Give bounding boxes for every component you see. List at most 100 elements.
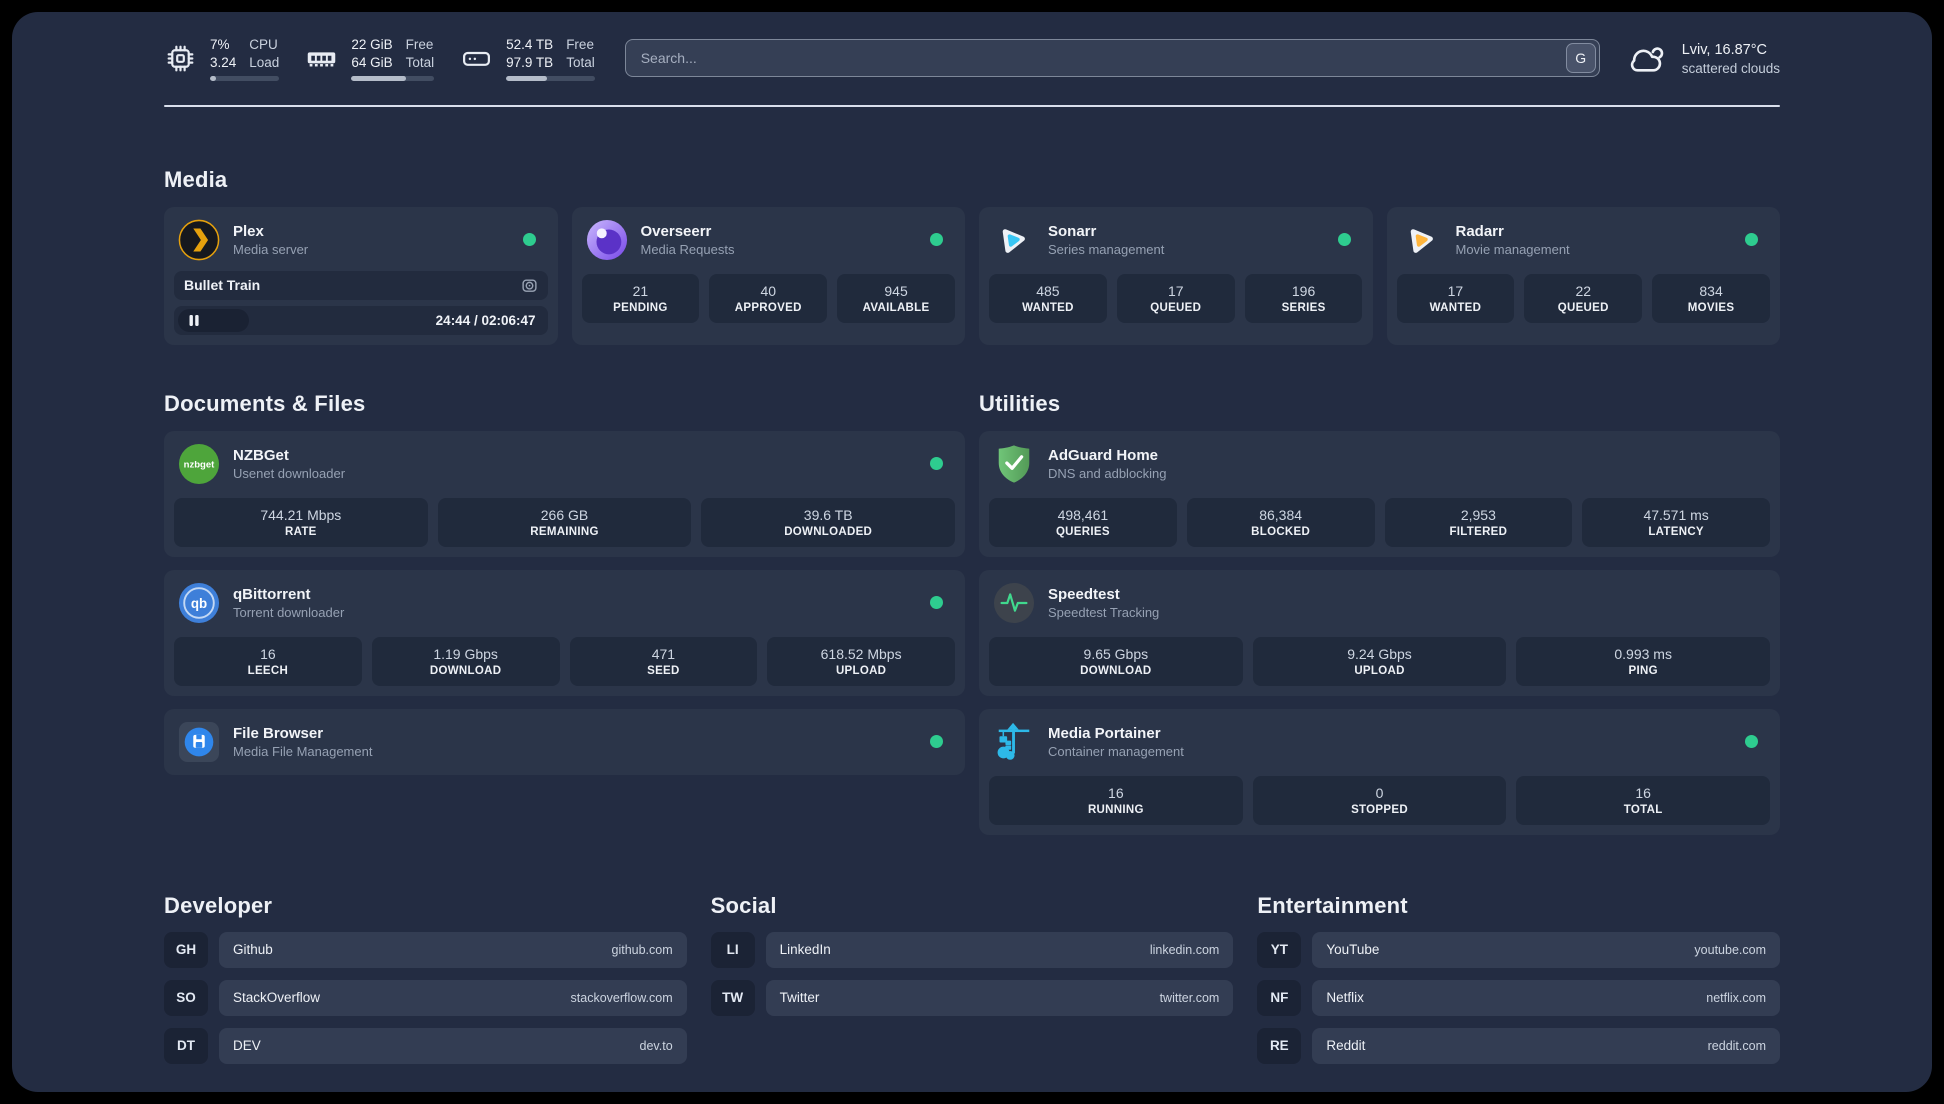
playback-time: 24:44 / 02:06:47: [435, 312, 536, 328]
memory-free: 22 GiB: [351, 37, 393, 52]
disk-icon: [463, 51, 491, 66]
stat-box: 0.993 ms PING: [1516, 636, 1771, 686]
bookmark-domain: dev.to: [639, 1038, 673, 1053]
cloud-icon: [1630, 47, 1663, 72]
status-dot-online: [522, 233, 536, 247]
service-card-portainer[interactable]: Media Portainer Container management 16 R…: [979, 708, 1780, 835]
stat-box: 945 AVAILABLE: [837, 273, 955, 323]
service-description: Speedtest Tracking: [1048, 605, 1160, 621]
search-container: G: [624, 39, 1600, 78]
service-card-adguard[interactable]: AdGuard Home DNS and adblocking 498,461 Q…: [979, 430, 1780, 557]
service-name: Plex: [233, 222, 264, 240]
stat-box: 86,384 BLOCKED: [1186, 497, 1375, 547]
bookmark-stackoverflow[interactable]: SO StackOverflow stackoverflow.com: [164, 979, 687, 1016]
svg-text:qb: qb: [191, 595, 207, 610]
bookmark-domain: reddit.com: [1707, 1038, 1766, 1053]
stat-box: 471 SEED: [569, 636, 758, 686]
bookmark-abbr: LI: [710, 931, 755, 968]
service-name: File Browser: [233, 724, 324, 742]
stat-box: 834 MOVIES: [1652, 273, 1770, 323]
bookmark-abbr: SO: [164, 979, 208, 1016]
bookmark-name: Reddit: [1326, 1038, 1366, 1054]
status-dot-online: [930, 596, 943, 610]
service-description: Usenet downloader: [233, 466, 346, 482]
service-description: Container management: [1048, 744, 1184, 760]
qbittorrent-icon: qb: [178, 582, 220, 624]
stat-box: 9.65 Gbps DOWNLOAD: [989, 636, 1243, 686]
status-dot-online: [1745, 735, 1758, 749]
section-utilities: Utilities AdGuard Home DNS and adblockin…: [979, 391, 1780, 835]
bookmark-name: Twitter: [779, 990, 820, 1006]
memory-icon: [308, 52, 336, 67]
bookmark-reddit[interactable]: RE Reddit reddit.com: [1257, 1027, 1780, 1064]
bookmark-name: DEV: [233, 1038, 261, 1054]
bookmark-name: LinkedIn: [779, 942, 831, 958]
stat-box: 196 SERIES: [1244, 273, 1363, 323]
service-card-qbittorrent[interactable]: qb qBittorrent Torrent downloader 16 LEEC…: [164, 569, 965, 696]
bookmark-domain: linkedin.com: [1149, 942, 1220, 957]
bookmark-netflix[interactable]: NF Netflix netflix.com: [1257, 979, 1780, 1016]
bookmark-linkedin[interactable]: LI LinkedIn linkedin.com: [710, 931, 1234, 968]
service-card-sonarr[interactable]: Sonarr Series management 485 WANTED 17 QUE…: [979, 206, 1373, 345]
status-dot-online: [930, 233, 943, 247]
bookmark-dev[interactable]: DT DEV dev.to: [164, 1027, 687, 1064]
bookmark-abbr: DT: [164, 1027, 208, 1064]
stat-box: 16 LEECH: [174, 636, 362, 686]
bookmark-github[interactable]: GH Github github.com: [164, 931, 687, 968]
service-card-filebrowser[interactable]: File Browser Media File Management: [164, 708, 965, 775]
bookmark-abbr: NF: [1257, 979, 1302, 1016]
section-title-utilities: Utilities: [979, 390, 1061, 416]
disk-total-label: Total: [566, 54, 595, 70]
cpu-progress-bar: [210, 75, 280, 81]
filebrowser-icon: [178, 721, 220, 763]
memory-progress-bar: [351, 75, 435, 81]
stat-box: 498,461 QUERIES: [989, 497, 1177, 547]
bookmark-domain: github.com: [611, 942, 673, 957]
bookmark-name: Netflix: [1326, 990, 1364, 1006]
bookmark-domain: youtube.com: [1694, 942, 1766, 957]
bookmark-youtube[interactable]: YT YouTube youtube.com: [1257, 931, 1780, 968]
plex-progress-row: 24:44 / 02:06:47: [174, 305, 548, 335]
service-description: Media server: [233, 242, 309, 258]
bookmark-domain: netflix.com: [1706, 990, 1766, 1005]
weather-condition: scattered clouds: [1681, 60, 1780, 76]
service-name: NZBGet: [233, 446, 289, 464]
nzbget-icon: nzbget: [178, 443, 220, 485]
stat-box: 39.6 TB DOWNLOADED: [701, 497, 956, 547]
status-dot-online: [930, 735, 943, 749]
section-social: Social LI LinkedIn linkedin.com TW Twitt…: [710, 892, 1234, 1064]
portainer-icon: [993, 721, 1035, 763]
section-documents: Documents & Files nzbget NZBGet Usenet d…: [164, 391, 965, 835]
cpu-icon: [167, 45, 194, 72]
search-input[interactable]: [624, 39, 1600, 78]
bookmark-abbr: YT: [1257, 931, 1302, 968]
service-card-speedtest[interactable]: Speedtest Speedtest Tracking 9.65 Gbps DO…: [979, 569, 1780, 696]
adguard-icon: [993, 443, 1035, 485]
section-title-social: Social: [710, 892, 777, 918]
header-bar: 7% 3.24 CPU Load 22 GiB 64 GiB Free Tota…: [164, 36, 1780, 81]
stat-box: 266 GB REMAINING: [437, 497, 692, 547]
stat-box: 9.24 Gbps UPLOAD: [1252, 636, 1507, 686]
stat-box: 1.19 Gbps DOWNLOAD: [371, 636, 560, 686]
video-camera-icon: [521, 277, 538, 294]
stat-box: 618.52 Mbps UPLOAD: [767, 636, 955, 686]
service-card-plex[interactable]: Plex Media server Bullet Train 24:44 / 0…: [164, 206, 558, 345]
disk-progress-bar: [506, 75, 595, 81]
memory-total: 64 GiB: [351, 54, 393, 70]
cpu-label: CPU: [249, 37, 278, 52]
stat-box: 16 TOTAL: [1516, 775, 1771, 825]
bookmark-twitter[interactable]: TW Twitter twitter.com: [710, 979, 1234, 1016]
service-description: Series management: [1048, 242, 1165, 258]
bookmark-domain: stackoverflow.com: [570, 990, 673, 1005]
weather-widget[interactable]: Lviv, 16.87°C scattered clouds: [1626, 41, 1780, 76]
search-provider-button[interactable]: G: [1565, 43, 1596, 74]
service-card-nzbget[interactable]: nzbget NZBGet Usenet downloader 744.21 M…: [164, 430, 965, 557]
stat-box: 17 QUEUED: [1116, 273, 1235, 323]
dashboard-panel: 7% 3.24 CPU Load 22 GiB 64 GiB Free Tota…: [12, 12, 1932, 1092]
plex-now-playing-row: Bullet Train: [174, 270, 548, 300]
playback-progress-pill: [178, 308, 249, 332]
service-card-radarr[interactable]: Radarr Movie management 17 WANTED 22 QUEUE…: [1386, 206, 1780, 345]
service-card-overseerr[interactable]: Overseerr Media Requests 21 PENDING 40 APP…: [571, 206, 965, 345]
pause-icon: [189, 314, 199, 326]
cpu-load-label: Load: [249, 54, 280, 70]
